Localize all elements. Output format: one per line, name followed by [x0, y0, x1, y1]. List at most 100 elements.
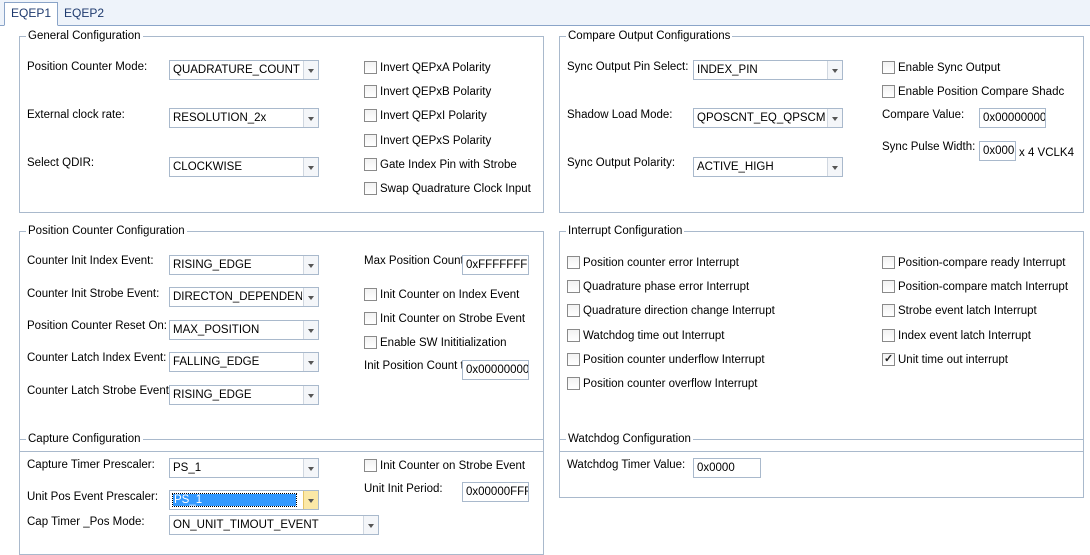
select-qdir-dropdown[interactable]: CLOCKWISE: [169, 157, 319, 177]
chevron-down-icon[interactable]: [303, 353, 318, 371]
checkbox-label: Swap Quadrature Clock Input: [380, 183, 531, 195]
init-position-count-input[interactable]: 0x00000000: [462, 360, 529, 380]
sync-output-polarity-label: Sync Output Polarity:: [567, 157, 676, 169]
checkbox-label: Invert QEPxB Polarity: [380, 86, 492, 98]
position-counter-reset-on-label: Position Counter Reset On:: [27, 320, 167, 332]
watchdog-timer-value-input[interactable]: 0x0000: [693, 458, 761, 478]
sync-output-polarity-dropdown[interactable]: ACTIVE_HIGH: [693, 157, 843, 177]
checkbox-box[interactable]: [364, 61, 377, 74]
checkbox-box[interactable]: [567, 329, 580, 342]
checkbox-label: Enable Sync Output: [898, 62, 1001, 74]
dropdown-value: FALLING_EDGE: [173, 356, 260, 368]
checkbox-box[interactable]: [364, 288, 377, 301]
group-title: Watchdog Configuration: [568, 433, 691, 445]
counter-latch-strobe-event-dropdown[interactable]: RISING_EDGE: [169, 385, 319, 405]
dropdown-value: QUADRATURE_COUNT: [173, 64, 300, 76]
checkbox-label: Quadrature direction change Interrupt: [583, 305, 775, 317]
tab-bar: EQEP1 EQEP2: [0, 0, 1090, 26]
dropdown-value: ACTIVE_HIGH: [697, 161, 774, 173]
checkbox-box[interactable]: [364, 182, 377, 195]
dropdown-value: INDEX_PIN: [697, 64, 758, 76]
checkbox-box[interactable]: [567, 256, 580, 269]
position-counter-reset-on-dropdown[interactable]: MAX_POSITION: [169, 320, 319, 340]
checkbox-label: Init Counter on Strobe Event: [380, 313, 526, 325]
checkbox-label: Init Counter on Strobe Event: [380, 460, 526, 472]
chevron-down-icon[interactable]: [303, 459, 318, 477]
shadow-load-mode-dropdown[interactable]: QPOSCNT_EQ_QPSCMP: [693, 108, 843, 128]
checkbox-box[interactable]: [882, 256, 895, 269]
checkbox-box[interactable]: [567, 377, 580, 390]
tab-eqep2[interactable]: EQEP2: [58, 3, 110, 24]
sync-output-pin-select-dropdown[interactable]: INDEX_PIN: [693, 60, 843, 80]
checkbox-box[interactable]: [882, 61, 895, 74]
counter-init-strobe-event-label: Counter Init Strobe Event:: [27, 288, 160, 300]
cap-timer-pos-mode-dropdown[interactable]: ON_UNIT_TIMOUT_EVENT: [169, 515, 379, 535]
position-counter-mode-dropdown[interactable]: QUADRATURE_COUNT: [169, 60, 319, 80]
compare-value-input[interactable]: 0x00000000: [979, 108, 1046, 128]
chevron-down-icon[interactable]: [303, 288, 318, 306]
checkbox-box[interactable]: [364, 459, 377, 472]
dropdown-value: PS_1: [173, 462, 202, 474]
checkbox-box[interactable]: [567, 280, 580, 293]
checkbox-box[interactable]: [364, 336, 377, 349]
checkbox-box[interactable]: [364, 85, 377, 98]
sync-pulse-width-input[interactable]: 0x000: [979, 141, 1016, 161]
select-qdir-label: Select QDIR:: [27, 157, 95, 169]
checkbox-box[interactable]: [364, 312, 377, 325]
chevron-down-icon[interactable]: [827, 61, 842, 79]
external-clock-rate-label: External clock rate:: [27, 109, 125, 121]
checkbox-box[interactable]: [882, 280, 895, 293]
counter-init-index-event-dropdown[interactable]: RISING_EDGE: [169, 255, 319, 275]
checkbox-label: Position counter error Interrupt: [583, 257, 739, 269]
cap-timer-pos-mode-label: Cap Timer _Pos Mode:: [27, 516, 145, 528]
checkbox-label: Position-compare match Interrupt: [898, 281, 1069, 293]
chevron-down-icon[interactable]: [827, 109, 842, 127]
tab-eqep1[interactable]: EQEP1: [4, 2, 59, 26]
watchdog-timer-value-label: Watchdog Timer Value:: [567, 459, 686, 471]
shadow-load-mode-label: Shadow Load Mode:: [567, 109, 673, 121]
counter-latch-index-event-label: Counter Latch Index Event:: [27, 352, 167, 364]
chevron-down-icon[interactable]: [303, 386, 318, 404]
checkbox-label: Enable SW Inititialization: [380, 337, 507, 349]
checkbox-box[interactable]: [882, 85, 895, 98]
sync-pulse-width-label: Sync Pulse Width:: [882, 141, 976, 153]
checkbox-box[interactable]: [567, 353, 580, 366]
checkbox-label: Invert QEPxA Polarity: [380, 62, 491, 74]
unit-pos-event-prescaler-label: Unit Pos Event Prescaler:: [27, 491, 159, 503]
counter-latch-index-event-dropdown[interactable]: FALLING_EDGE: [169, 352, 319, 372]
checkbox-label: Position counter underflow Interrupt: [583, 354, 765, 366]
chevron-down-icon[interactable]: [303, 158, 318, 176]
checkbox-box[interactable]: [364, 158, 377, 171]
chevron-down-icon[interactable]: [303, 256, 318, 274]
unit-init-period-input[interactable]: 0x00000FFF: [462, 482, 529, 502]
checkbox-label: Position-compare ready Interrupt: [898, 257, 1066, 269]
unit-pos-event-prescaler-dropdown[interactable]: PS_1: [169, 490, 319, 510]
chevron-down-icon[interactable]: [303, 61, 318, 79]
capture-timer-prescaler-label: Capture Timer Prescaler:: [27, 459, 155, 471]
checkbox-label: Position counter overflow Interrupt: [583, 378, 758, 390]
checkbox-box[interactable]: [882, 329, 895, 342]
checkbox-box-checked[interactable]: [882, 352, 895, 366]
checkbox-label: Gate Index Pin with Strobe: [380, 159, 517, 171]
dropdown-value: RISING_EDGE: [173, 389, 252, 401]
dropdown-value: DIRECTON_DEPENDENT: [173, 291, 302, 303]
dropdown-value: PS_1: [172, 493, 297, 507]
checkbox-box[interactable]: [364, 109, 377, 122]
external-clock-rate-dropdown[interactable]: RESOLUTION_2x: [169, 108, 319, 128]
checkbox-label: Unit time out interrupt: [898, 354, 1008, 366]
chevron-down-icon[interactable]: [303, 321, 318, 339]
chevron-down-icon[interactable]: [363, 516, 378, 534]
checkbox-box[interactable]: [882, 304, 895, 317]
group-title: General Configuration: [28, 30, 141, 42]
checkbox-box[interactable]: [364, 134, 377, 147]
capture-timer-prescaler-dropdown[interactable]: PS_1: [169, 458, 319, 478]
max-position-count-input[interactable]: 0xFFFFFFFF: [462, 255, 529, 275]
sync-output-pin-select-label: Sync Output Pin Select:: [567, 61, 689, 73]
checkbox-label: Invert QEPxI Polarity: [380, 110, 487, 122]
chevron-down-icon[interactable]: [303, 491, 318, 509]
counter-init-index-event-label: Counter Init Index Event:: [27, 255, 154, 267]
counter-init-strobe-event-dropdown[interactable]: DIRECTON_DEPENDENT: [169, 287, 319, 307]
checkbox-box[interactable]: [567, 304, 580, 317]
chevron-down-icon[interactable]: [827, 158, 842, 176]
chevron-down-icon[interactable]: [303, 109, 318, 127]
